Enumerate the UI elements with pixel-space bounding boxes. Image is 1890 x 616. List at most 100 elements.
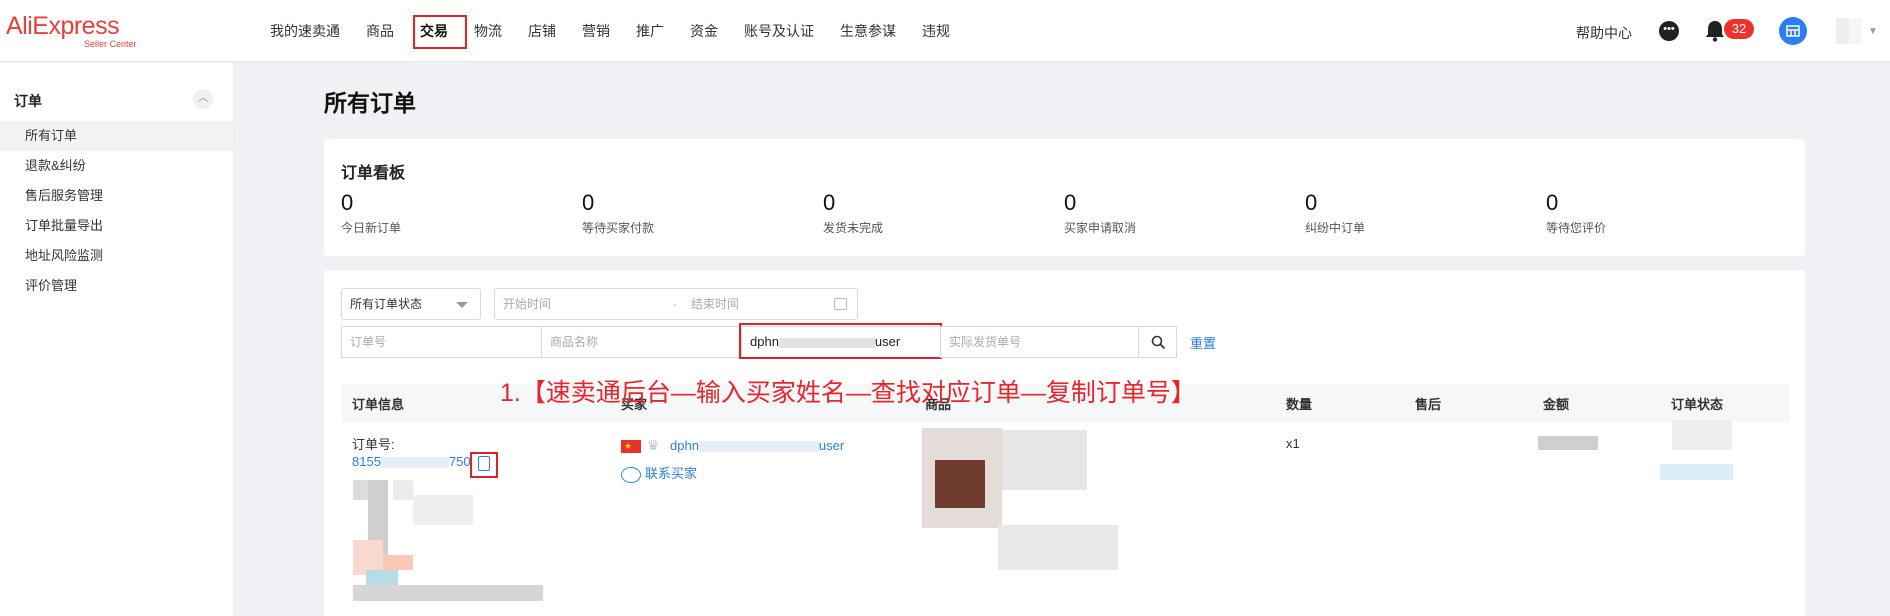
logo-text: AliExpress [6,12,120,40]
redacted-block [935,460,985,508]
avatar[interactable] [1836,18,1862,44]
date-separator: - [673,297,677,311]
stat-value: 0 [582,190,595,215]
nav-item-funds[interactable]: 资金 [690,21,718,41]
sidebar-item-address-risk[interactable]: 地址风险监测 [0,241,233,271]
product-name-placeholder: 商品名称 [550,335,599,349]
caret-down-icon [456,302,468,308]
end-date-placeholder: 结束时间 [691,297,740,311]
stat-awaiting-review[interactable]: 0 等待您评价 [1546,191,1606,236]
nav-item-business-advisor[interactable]: 生意参谋 [840,21,896,41]
date-range-picker[interactable]: 开始时间 - 结束时间 [494,288,858,320]
header-after-sales: 售后 [1415,397,1442,412]
product-name-input[interactable]: 商品名称 [541,326,742,358]
order-number-input[interactable]: 订单号 [341,326,542,358]
order-status-select[interactable]: 所有订单状态 [341,288,481,320]
search-icon [1151,335,1166,350]
stat-label: 发货未完成 [823,221,884,235]
stat-value: 0 [823,190,836,215]
redacted-block [353,585,543,601]
buyer-name-suffix: user [818,438,845,453]
header-order-status: 订单状态 [1671,397,1724,412]
stat-value: 0 [1546,190,1559,215]
sidebar-item-refunds-disputes[interactable]: 退款&纠纷 [0,151,233,181]
sidebar-item-reviews[interactable]: 评价管理 [0,271,233,301]
redacted-text [698,441,819,453]
stat-value: 0 [1305,190,1318,215]
order-board-card: 订单看板 0 今日新订单 0 等待买家付款 0 发货未完成 0 买家申请取消 0… [324,139,1805,256]
board-title: 订单看板 [341,165,406,182]
quantity-value: x1 [1286,436,1300,451]
nav-item-marketing[interactable]: 营销 [582,21,610,41]
contact-buyer-link[interactable]: 联系买家 [621,463,697,483]
help-center-link[interactable]: 帮助中心 [1576,23,1632,43]
sidebar-item-after-sales[interactable]: 售后服务管理 [0,181,233,211]
product-spec-redacted [998,525,1118,570]
nav-item-account[interactable]: 账号及认证 [744,21,814,41]
stat-value: 0 [1064,190,1077,215]
chat-bubble-icon [621,466,641,483]
nav-highlight-box [413,15,467,49]
stat-cancel-requested[interactable]: 0 买家申请取消 [1064,191,1136,236]
amount-redacted [1538,436,1598,450]
page-title: 所有订单 [324,90,416,116]
tracking-number-input[interactable]: 实际发货单号 [940,326,1139,358]
stat-label: 等待买家付款 [582,221,655,235]
tracking-number-placeholder: 实际发货单号 [949,335,1022,349]
sidebar-item-all-orders[interactable]: 所有订单 [0,121,233,151]
stat-today-new[interactable]: 0 今日新订单 [341,191,401,236]
stat-awaiting-payment[interactable]: 0 等待买家付款 [582,191,654,236]
buyer-input-highlight [739,323,942,359]
logo-subtitle: Seller Center [84,39,137,49]
bell-icon[interactable] [1704,19,1726,43]
order-status-value: 所有订单状态 [350,297,423,311]
header-order-info: 订单信息 [352,397,405,412]
nav-item-products[interactable]: 商品 [366,21,394,41]
order-number-placeholder: 订单号 [350,335,387,349]
nav-item-my-aliexpress[interactable]: 我的速卖通 [270,21,340,41]
stat-label: 纠纷中订单 [1305,221,1366,235]
crown-icon: ♛ [647,437,660,453]
status-link-redacted[interactable] [1660,464,1733,480]
calendar-icon[interactable] [834,298,847,310]
nav-item-violations[interactable]: 违规 [922,21,950,41]
search-button[interactable] [1138,326,1177,358]
nav-item-promotion[interactable]: 推广 [636,21,664,41]
product-title-redacted[interactable] [1002,430,1087,490]
chevron-down-icon[interactable]: ▼ [1868,26,1878,37]
sidebar-item-batch-export[interactable]: 订单批量导出 [0,211,233,241]
redacted-block [393,480,413,500]
reset-link[interactable]: 重置 [1190,333,1216,352]
store-icon[interactable] [1779,17,1807,45]
contact-buyer-label: 联系买家 [645,466,698,481]
message-icon[interactable]: ••• [1659,21,1679,41]
redacted-block [413,495,473,525]
order-number-link[interactable]: 8155 750 [352,454,471,469]
nav-item-store[interactable]: 店铺 [528,21,556,41]
redacted-block [366,570,398,586]
buyer-name-prefix: dphn [670,438,699,453]
country-flag-icon: ★ [621,440,641,453]
start-date-placeholder: 开始时间 [503,297,552,311]
stat-shipping-incomplete[interactable]: 0 发货未完成 [823,191,883,236]
aliexpress-logo[interactable]: AliExpress Seller Center [6,12,137,49]
header-quantity: 数量 [1286,397,1313,412]
order-number-suffix: 750 [448,454,471,469]
buyer-name-link[interactable]: dphn user [670,438,844,453]
collapse-icon[interactable]: ︿ [193,89,213,109]
stat-label: 等待您评价 [1546,221,1607,235]
stat-in-dispute[interactable]: 0 纠纷中订单 [1305,191,1365,236]
copy-icon[interactable] [478,456,490,471]
sidebar-section-title: 订单 [14,93,42,109]
stat-label: 今日新订单 [341,221,402,235]
main-nav: 我的速卖通 商品 交易 物流 店铺 营销 推广 资金 账号及认证 生意参谋 违规 [270,0,976,62]
stat-value: 0 [341,190,354,215]
order-number-label: 订单号: [352,437,395,452]
stat-label: 买家申请取消 [1064,221,1137,235]
status-redacted [1672,420,1732,450]
redacted-block [383,555,413,570]
header-amount: 金额 [1543,397,1570,412]
nav-item-logistics[interactable]: 物流 [474,21,502,41]
notification-badge: 32 [1724,19,1754,39]
order-number-prefix: 8155 [352,454,381,469]
